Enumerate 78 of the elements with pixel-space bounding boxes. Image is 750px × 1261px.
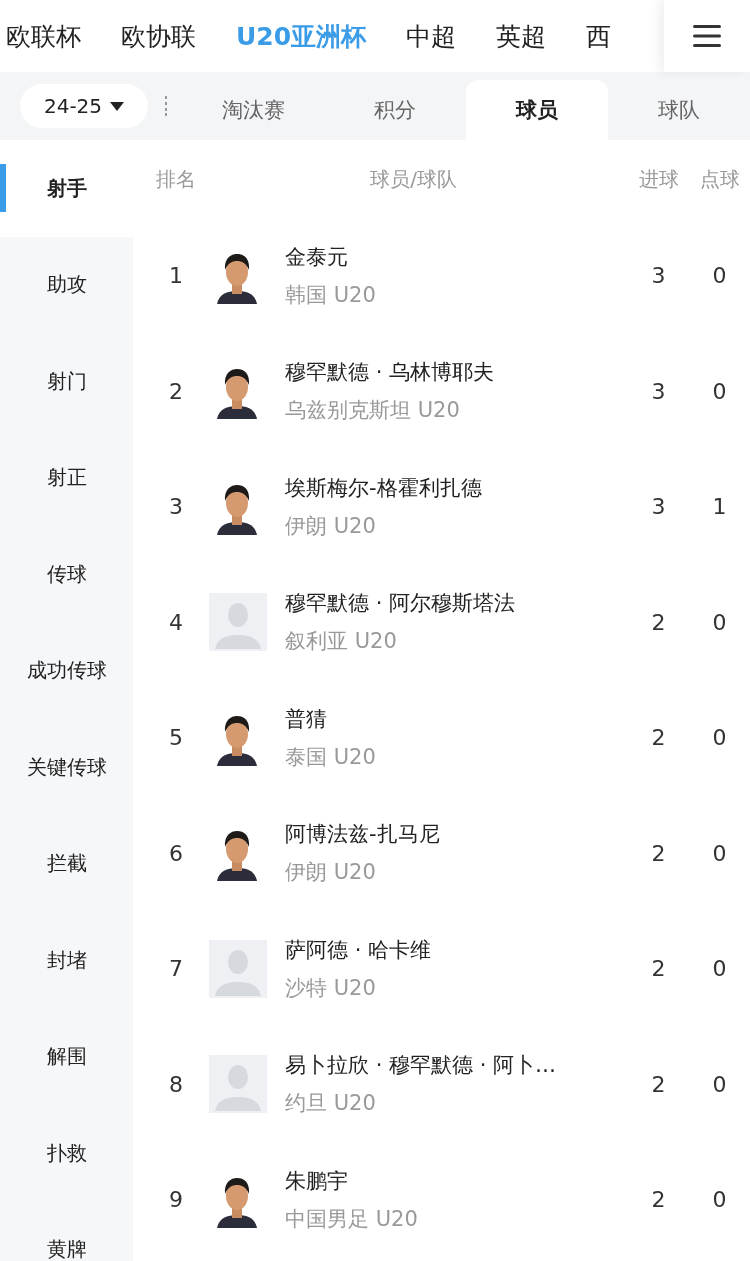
penalties-cell-text: 0: [711, 840, 728, 866]
avatar-placeholder-icon: [209, 1055, 267, 1114]
league-tab[interactable]: 欧联杯: [6, 19, 81, 53]
team-name: 伊朗 U20: [285, 859, 376, 887]
season-dropdown[interactable]: 24-25: [20, 84, 148, 128]
team-name: 伊朗 U20: [285, 512, 376, 540]
penalties-cell-text: 0: [711, 263, 728, 289]
sidebar-item[interactable]: 成功传球: [0, 622, 133, 719]
goals-cell-text: 3: [650, 494, 667, 520]
player-name[interactable]: 朱鹏宇: [285, 1166, 348, 1195]
avatar-placeholder-icon: [209, 593, 267, 652]
goals-cell-text: 2: [650, 1071, 667, 1097]
sidebar-item[interactable]: 射门: [0, 333, 133, 430]
rank-cell-text: 7: [168, 956, 184, 982]
tab[interactable]: 淘汰赛: [182, 80, 324, 140]
column-header: 进球: [637, 165, 680, 193]
sidebar-item[interactable]: 扑救: [0, 1105, 133, 1202]
league-tab[interactable]: 欧协联: [121, 19, 196, 53]
penalties-cell-text: 0: [711, 956, 728, 982]
sidebar-item[interactable]: 传球: [0, 526, 133, 623]
sidebar-item[interactable]: 射正: [0, 429, 133, 526]
penalties-cell-text: 0: [711, 1187, 728, 1213]
team-name: 约旦 U20: [285, 1090, 376, 1118]
goals-cell-text: 3: [650, 263, 667, 289]
sidebar-item[interactable]: 关键传球: [0, 719, 133, 816]
sidebar-item[interactable]: 解围: [0, 1008, 133, 1105]
penalties-cell-text: 0: [711, 378, 728, 404]
player-name[interactable]: 金泰元: [285, 242, 348, 271]
penalties-cell-text: 0: [711, 609, 728, 635]
team-name: 沙特 U20: [285, 974, 376, 1002]
penalties-cell-text: 0: [711, 1071, 728, 1097]
sidebar-item[interactable]: 拦截: [0, 815, 133, 912]
penalties-cell-text: 0: [711, 725, 728, 751]
column-header: 球员/球队: [369, 165, 458, 193]
goals-cell-text: 2: [650, 609, 667, 635]
menu-icon: [692, 23, 722, 49]
goals-cell-text: 2: [650, 956, 667, 982]
league-tab[interactable]: 中超: [406, 19, 457, 53]
tab[interactable]: 球队: [608, 80, 750, 140]
avatar-placeholder-icon: [209, 939, 267, 998]
player-name[interactable]: 埃斯梅尔-格霍利扎德: [285, 473, 482, 502]
player-name[interactable]: 阿博法兹-扎马尼: [285, 820, 440, 849]
league-tab[interactable]: 西: [586, 19, 612, 53]
player-name[interactable]: 穆罕默德 · 乌林博耶夫: [285, 358, 495, 387]
rank-cell-text: 8: [168, 1071, 184, 1097]
team-name: 韩国 U20: [285, 281, 376, 309]
player-name[interactable]: 普猜: [285, 704, 327, 733]
rank-cell-text: 5: [168, 725, 184, 751]
column-header: 点球: [698, 165, 741, 193]
sidebar-item[interactable]: 助攻: [0, 236, 133, 333]
penalties-cell-text: 1: [711, 494, 728, 520]
goals-cell-text: 2: [650, 1187, 667, 1213]
team-name: 乌兹别克斯坦 U20: [285, 397, 460, 425]
team-name: 泰国 U20: [285, 743, 376, 771]
goals-cell-text: 2: [650, 725, 667, 751]
tab[interactable]: 球员: [466, 80, 608, 140]
rank-cell-text: 2: [168, 378, 184, 404]
dotted-divider-icon: [164, 96, 168, 116]
goals-cell-text: 2: [650, 840, 667, 866]
player-name[interactable]: 易卜拉欣 · 穆罕默德 · 阿卜…: [285, 1051, 557, 1080]
player-name[interactable]: 穆罕默德 · 阿尔穆斯塔法: [285, 589, 516, 618]
sidebar-item[interactable]: 封堵: [0, 912, 133, 1009]
rank-cell-text: 6: [168, 840, 184, 866]
caret-icon: [110, 101, 125, 111]
column-header: 排名: [155, 165, 197, 193]
team-name: 叙利亚 U20: [285, 628, 397, 656]
menu-button[interactable]: [664, 0, 750, 72]
rank-cell-text: 1: [168, 263, 184, 289]
sidebar-item[interactable]: 射手: [0, 140, 133, 237]
rank-cell-text: 3: [168, 494, 184, 520]
team-name: 中国男足 U20: [285, 1205, 418, 1233]
tab[interactable]: 积分: [324, 80, 466, 140]
sidebar-item[interactable]: 黄牌: [0, 1201, 133, 1261]
league-tab[interactable]: 英超: [496, 19, 547, 53]
player-name[interactable]: 萨阿德 · 哈卡维: [285, 935, 432, 964]
rank-cell-text: 9: [168, 1187, 184, 1213]
goals-cell-text: 3: [650, 378, 667, 404]
rank-cell-text: 4: [168, 609, 184, 635]
